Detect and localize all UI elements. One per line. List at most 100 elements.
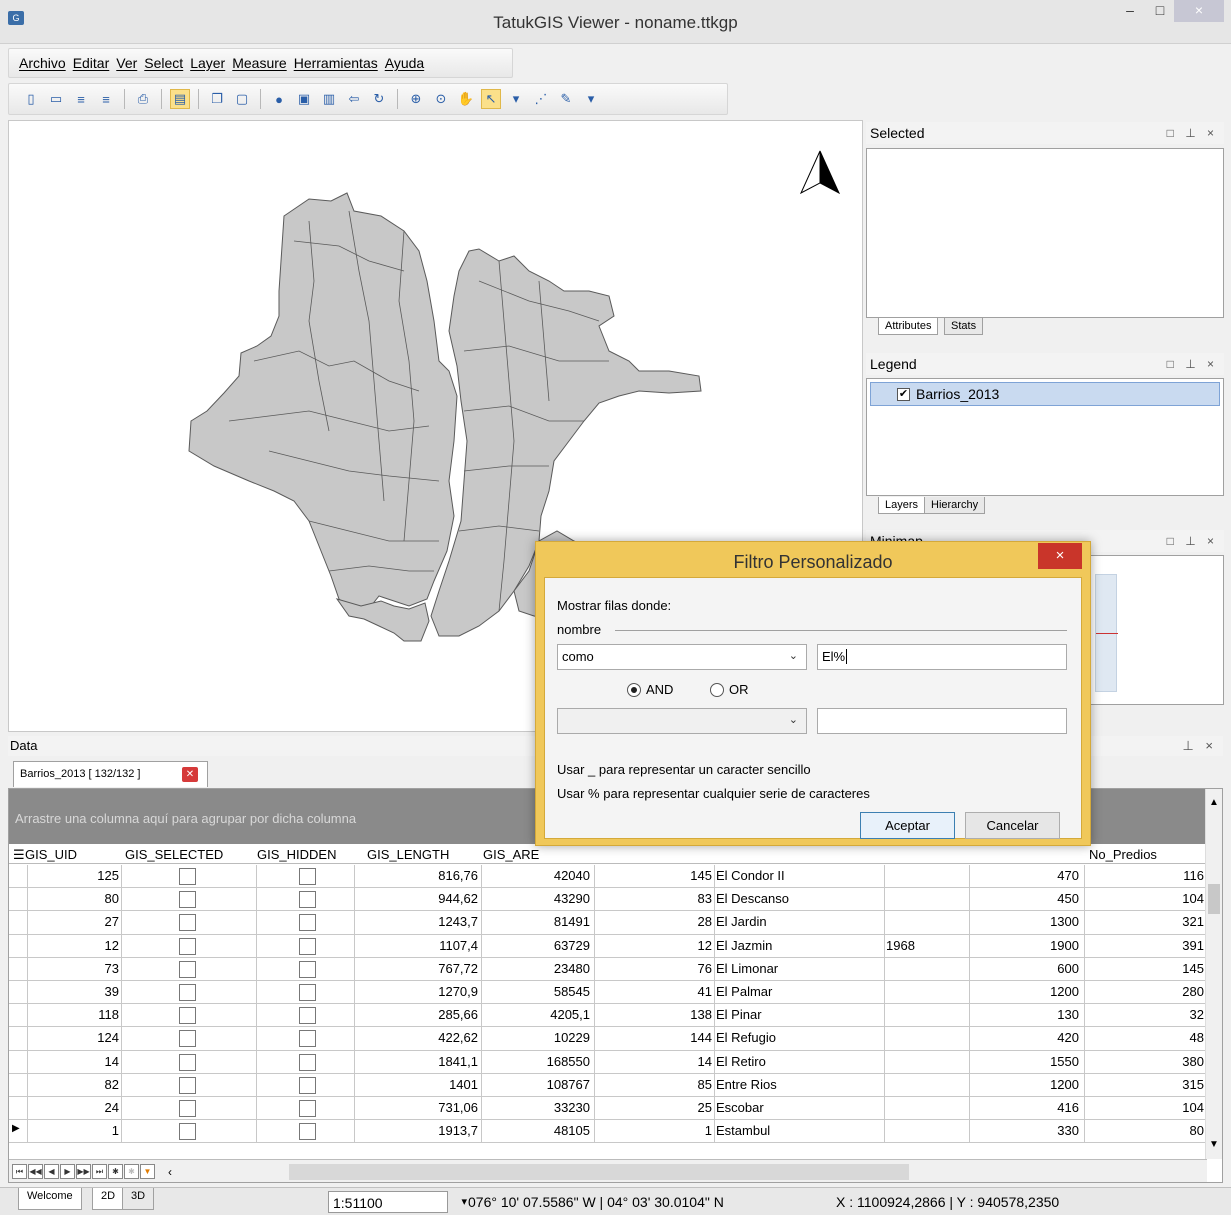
gis-selected-checkbox[interactable]	[179, 914, 196, 932]
previous-record-icon[interactable]: ◀	[44, 1164, 59, 1179]
cell-gis-uid[interactable]: 1	[29, 1123, 119, 1138]
cell-no-predios[interactable]: 32	[1084, 1007, 1204, 1022]
cell-gis-length[interactable]: 1913,7	[356, 1123, 478, 1138]
gis-hidden-checkbox[interactable]	[299, 983, 316, 1001]
measure-pen-icon[interactable]: ✎	[556, 89, 576, 109]
cell-id[interactable]: 41	[594, 984, 712, 999]
globe-icon[interactable]: ●	[269, 89, 289, 109]
cell-nombre[interactable]: El Pinar	[716, 1007, 881, 1022]
cell-no-predios[interactable]: 104	[1084, 1100, 1204, 1115]
gis-hidden-checkbox[interactable]	[299, 891, 316, 909]
cell-gis-area[interactable]: 23480	[482, 961, 590, 976]
cell-nombre[interactable]: El Jardin	[716, 914, 881, 929]
cell-nombre[interactable]: El Refugio	[716, 1030, 881, 1045]
minimize-button[interactable]: –	[1115, 0, 1145, 22]
cell-population[interactable]: 330	[971, 1123, 1079, 1138]
zoom-extent-icon[interactable]: ▣	[294, 89, 314, 109]
table-row[interactable]: 73 767,72 23480 76 El Limonar 600 145	[9, 957, 1207, 981]
cell-population[interactable]: 450	[971, 891, 1079, 906]
cell-population[interactable]: 1900	[971, 938, 1079, 953]
next-record-icon[interactable]: ▶	[60, 1164, 75, 1179]
column-options-icon[interactable]: ☰	[13, 847, 25, 863]
cell-population[interactable]: 600	[971, 961, 1079, 976]
cell-gis-uid[interactable]: 73	[29, 961, 119, 976]
gis-hidden-checkbox[interactable]	[299, 1007, 316, 1025]
menu-archivo[interactable]: Archivo	[19, 55, 66, 71]
horizontal-scrollbar[interactable]	[289, 1164, 909, 1180]
minimap-view[interactable]	[1095, 574, 1118, 692]
back-arrow-icon[interactable]: ⇦	[344, 89, 364, 109]
pan-hand-icon[interactable]: ✋	[456, 89, 476, 109]
dialog-close-button[interactable]: ×	[1038, 543, 1082, 569]
scroll-left-icon[interactable]: ‹	[168, 1165, 172, 1179]
column-header-gis-area[interactable]: GIS_ARE	[483, 847, 539, 862]
table-row[interactable]: ▶ 1 1913,7 48105 1 Estambul 330 80	[9, 1120, 1207, 1144]
layer-visibility-checkbox[interactable]: ✔	[897, 387, 910, 401]
cell-year[interactable]: 1968	[886, 938, 966, 953]
gis-hidden-checkbox[interactable]	[299, 1099, 316, 1117]
table-row[interactable]: 82 1401 108767 85 Entre Rios 1200 315	[9, 1073, 1207, 1097]
cell-no-predios[interactable]: 145	[1084, 961, 1204, 976]
column-header-gis-uid[interactable]: GIS_UID	[25, 847, 77, 862]
cell-population[interactable]: 416	[971, 1100, 1079, 1115]
new-record-icon[interactable]: ✱	[108, 1164, 123, 1179]
cell-nombre[interactable]: El Condor II	[716, 868, 881, 883]
cell-population[interactable]: 1200	[971, 1077, 1079, 1092]
chevron-down-icon[interactable]: ▾	[461, 1195, 467, 1208]
gis-selected-checkbox[interactable]	[179, 960, 196, 978]
gis-selected-checkbox[interactable]	[179, 891, 196, 909]
gis-selected-checkbox[interactable]	[179, 1053, 196, 1071]
gis-hidden-checkbox[interactable]	[299, 1053, 316, 1071]
menu-ver[interactable]: Ver	[116, 55, 137, 71]
cell-gis-uid[interactable]: 118	[29, 1007, 119, 1022]
menu-ayuda[interactable]: Ayuda	[385, 55, 424, 71]
cell-gis-area[interactable]: 63729	[482, 938, 590, 953]
maximize-button[interactable]: □	[1145, 0, 1175, 22]
cell-nombre[interactable]: El Jazmin	[716, 938, 881, 953]
cell-gis-length[interactable]: 1270,9	[356, 984, 478, 999]
cell-gis-area[interactable]: 81491	[482, 914, 590, 929]
cell-gis-area[interactable]: 58545	[482, 984, 590, 999]
cell-no-predios[interactable]: 104	[1084, 891, 1204, 906]
vertical-scrollbar[interactable]: ▲ ▼	[1205, 789, 1222, 1159]
cell-id[interactable]: 83	[594, 891, 712, 906]
cell-nombre[interactable]: El Descanso	[716, 891, 881, 906]
cell-nombre[interactable]: Entre Rios	[716, 1077, 881, 1092]
cell-gis-area[interactable]: 48105	[482, 1123, 590, 1138]
gis-selected-checkbox[interactable]	[179, 1007, 196, 1025]
cell-gis-length[interactable]: 1107,4	[356, 938, 478, 953]
cell-no-predios[interactable]: 391	[1084, 938, 1204, 953]
cell-no-predios[interactable]: 48	[1084, 1030, 1204, 1045]
cell-gis-area[interactable]: 33230	[482, 1100, 590, 1115]
cell-gis-uid[interactable]: 80	[29, 891, 119, 906]
tab-2d[interactable]: 2D	[92, 1188, 125, 1210]
gis-selected-checkbox[interactable]	[179, 1030, 196, 1048]
filter-icon[interactable]: ▼	[140, 1164, 155, 1179]
gis-hidden-checkbox[interactable]	[299, 868, 316, 885]
cell-no-predios[interactable]: 116	[1084, 868, 1204, 883]
remove-layer-icon[interactable]: ≡	[96, 89, 116, 109]
dropdown-arrow-icon[interactable]: ▾	[581, 89, 601, 109]
cell-gis-length[interactable]: 1401	[356, 1077, 478, 1092]
refresh-icon[interactable]: ↻	[369, 89, 389, 109]
table-row[interactable]: 14 1841,1 168550 14 El Retiro 1550 380	[9, 1050, 1207, 1074]
gis-selected-checkbox[interactable]	[179, 1123, 196, 1141]
gis-hidden-checkbox[interactable]	[299, 1123, 316, 1141]
select-arrow-icon[interactable]: ↖	[481, 89, 501, 109]
cell-nombre[interactable]: Escobar	[716, 1100, 881, 1115]
last-record-icon[interactable]: ⏭	[92, 1164, 107, 1179]
gis-hidden-checkbox[interactable]	[299, 1076, 316, 1094]
first-record-icon[interactable]: ⏮	[12, 1164, 27, 1179]
cell-id[interactable]: 28	[594, 914, 712, 929]
cell-gis-length[interactable]: 731,06	[356, 1100, 478, 1115]
data-table-icon[interactable]: ▤	[170, 89, 190, 109]
gis-selected-checkbox[interactable]	[179, 937, 196, 955]
cell-gis-area[interactable]: 10229	[482, 1030, 590, 1045]
and-radio-option[interactable]: AND	[627, 682, 673, 697]
print-icon[interactable]: ⎙	[133, 89, 153, 109]
panel-controls-icon[interactable]: □ ⊥ ×	[1167, 353, 1218, 375]
menu-measure[interactable]: Measure	[232, 55, 286, 71]
panel-controls-icon[interactable]: ⊥ ×	[1182, 736, 1217, 756]
accept-button[interactable]: Aceptar	[860, 812, 955, 839]
menu-select[interactable]: Select	[144, 55, 183, 71]
